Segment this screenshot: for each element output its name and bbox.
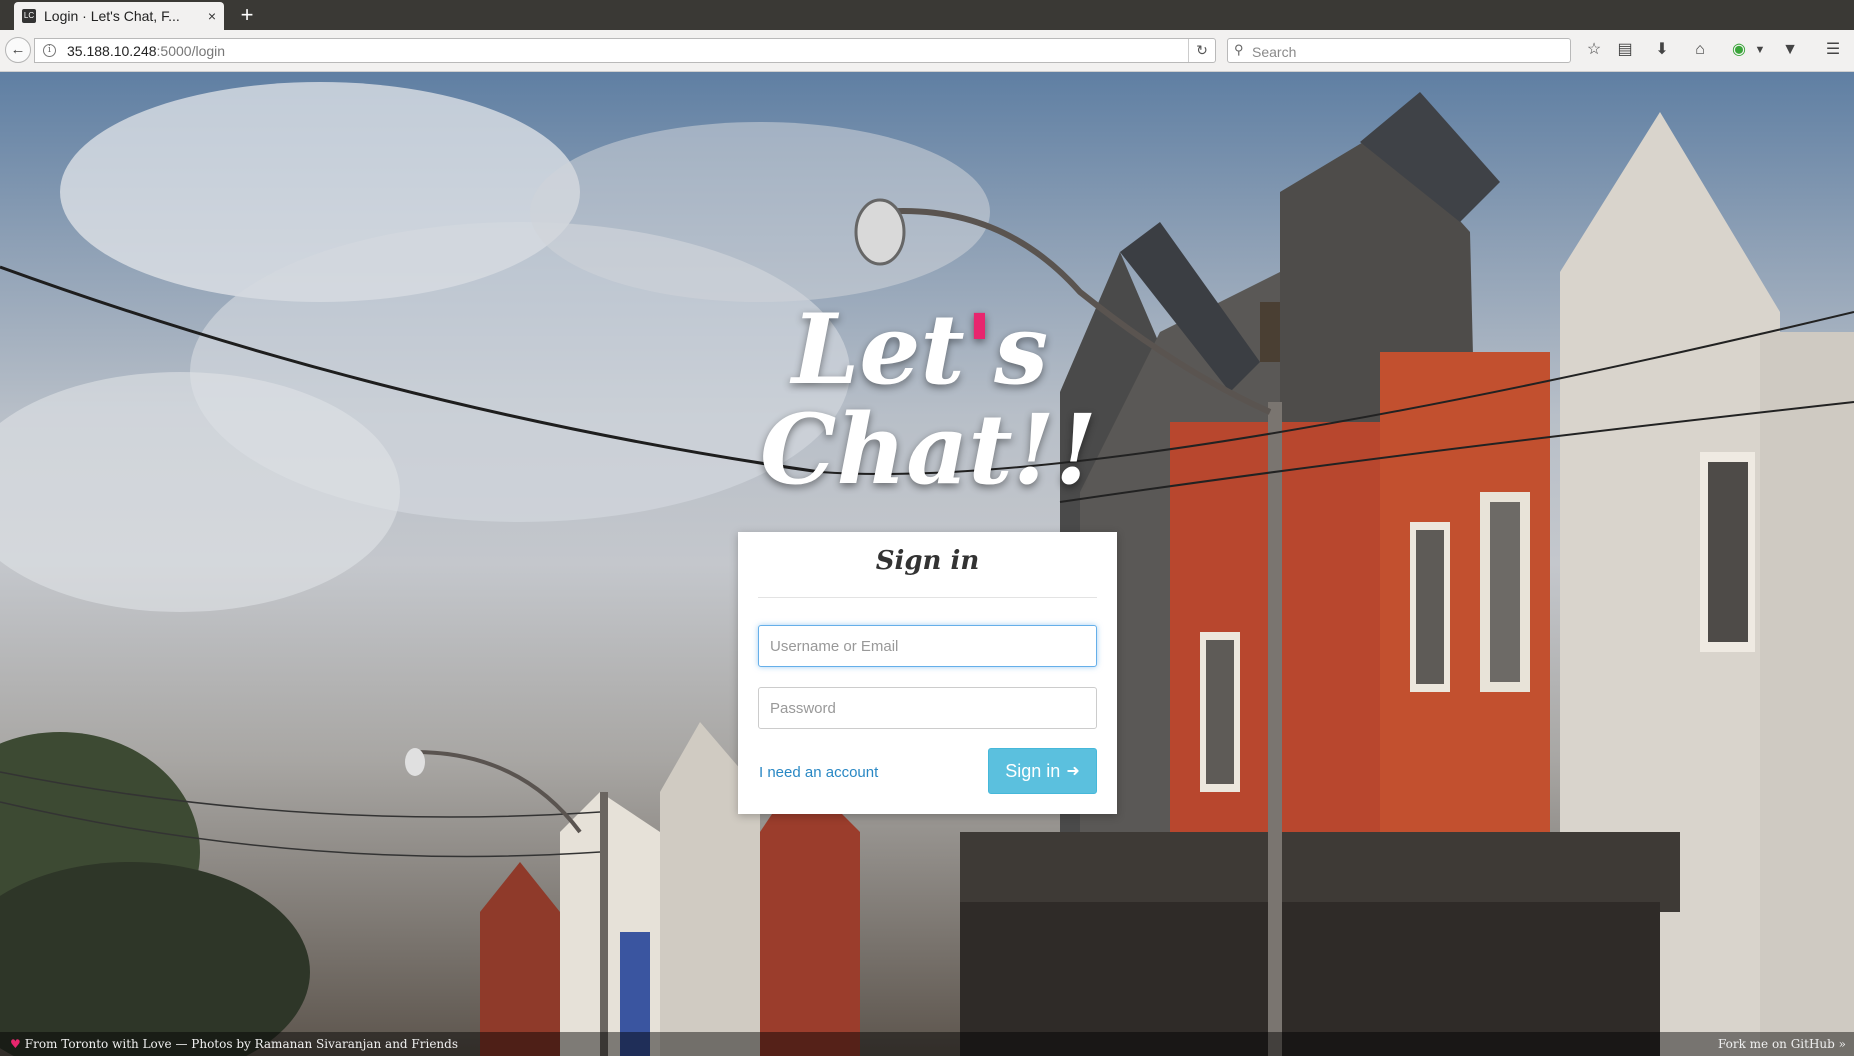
back-arrow-icon[interactable]: ← — [5, 37, 31, 63]
chevron-down-icon[interactable]: ▼ — [1749, 39, 1771, 61]
url-host: 35.188.10.248 — [67, 43, 157, 59]
favicon-icon: LC — [22, 9, 36, 23]
tab-title: Login · Let's Chat, F... — [44, 8, 180, 24]
signin-button[interactable]: Sign in ➜ — [988, 748, 1097, 794]
browser-toolbar: ← i 35.188.10.248:5000/login ↻ ⚲ ☆ ▤ ⬇ ⌂… — [0, 30, 1854, 72]
url-path: :5000/login — [156, 43, 226, 59]
menu-icon[interactable]: ☰ — [1822, 39, 1844, 61]
pocket-icon[interactable]: ▼ — [1779, 39, 1801, 61]
github-link[interactable]: Fork me on GitHub » — [1718, 1037, 1846, 1051]
logo-line-1: Let's — [760, 302, 1080, 398]
bookmark-star-icon[interactable]: ☆ — [1583, 39, 1605, 61]
logo-text-s: s — [994, 293, 1049, 406]
login-page: Let's Chat!! Sign in I need an account S… — [0, 72, 1854, 1056]
logo-text-let: Let — [791, 293, 965, 406]
photo-credit-text: From Toronto with Love — Photos by Raman… — [24, 1037, 458, 1051]
lets-chat-logo: Let's Chat!! — [760, 302, 1098, 506]
password-input[interactable] — [758, 687, 1097, 729]
reload-icon[interactable]: ↻ — [1188, 39, 1215, 62]
heart-icon: ♥ — [10, 1037, 21, 1051]
browser-tab-strip: LC Login · Let's Chat, F... × + — [0, 0, 1854, 30]
browser-tab[interactable]: LC Login · Let's Chat, F... × — [14, 2, 224, 30]
info-icon[interactable]: i — [43, 44, 56, 57]
footer-bar: ♥ From Toronto with Love — Photos by Rama… — [0, 1032, 1854, 1056]
close-tab-icon[interactable]: × — [208, 8, 216, 24]
new-tab-button[interactable]: + — [234, 2, 260, 28]
logo-line-2: Chat!! — [760, 393, 1098, 506]
photo-credit: ♥ From Toronto with Love — Photos by Rama… — [10, 1037, 458, 1051]
logo-apostrophe: ' — [964, 293, 995, 406]
signin-button-label: Sign in — [1005, 760, 1061, 781]
search-icon: ⚲ — [1234, 42, 1244, 57]
url-text[interactable]: 35.188.10.248:5000/login — [67, 43, 225, 59]
username-input[interactable] — [758, 625, 1097, 667]
sign-in-arrow-icon: ➜ — [1066, 763, 1080, 780]
search-bar[interactable]: ⚲ — [1227, 38, 1571, 63]
search-input[interactable] — [1250, 40, 1564, 63]
signin-heading: Sign in — [875, 546, 980, 576]
download-icon[interactable]: ⬇ — [1651, 39, 1673, 61]
extension-icon[interactable]: ◉ — [1728, 39, 1750, 61]
register-link[interactable]: I need an account — [759, 764, 878, 781]
login-card: Sign in I need an account Sign in ➜ — [738, 532, 1117, 814]
address-bar[interactable]: i 35.188.10.248:5000/login ↻ — [34, 38, 1216, 63]
reading-list-icon[interactable]: ▤ — [1614, 39, 1636, 61]
home-icon[interactable]: ⌂ — [1689, 39, 1711, 61]
divider — [758, 597, 1097, 598]
